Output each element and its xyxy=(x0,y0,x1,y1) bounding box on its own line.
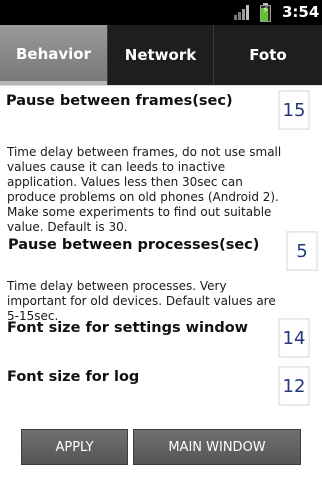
apply-button[interactable]: APPLY xyxy=(21,429,128,465)
font-settings-input[interactable]: 14 xyxy=(278,318,310,358)
pause-frames-label: Pause between frames(sec) xyxy=(6,93,233,109)
tab-foto[interactable]: Foto xyxy=(214,25,322,85)
pause-processes-label: Pause between processes(sec) xyxy=(8,237,260,253)
pause-processes-input[interactable]: 5 xyxy=(286,231,318,271)
status-bar: ⚡ 3:54 xyxy=(0,0,322,25)
tab-network[interactable]: Network xyxy=(108,25,213,85)
status-clock: 3:54 xyxy=(282,3,320,21)
tab-behavior[interactable]: Behavior xyxy=(0,25,107,85)
action-buttons: APPLY MAIN WINDOW xyxy=(0,425,322,481)
font-settings-label: Font size for settings window xyxy=(7,320,249,336)
font-log-input[interactable]: 12 xyxy=(278,366,310,406)
pause-processes-description: Time delay between processes. Very impor… xyxy=(7,279,276,323)
pause-frames-description: Time delay between frames, do not use sm… xyxy=(7,145,282,234)
settings-panel: Pause between frames(sec) 15 Time delay … xyxy=(0,85,322,481)
font-log-label: Font size for log xyxy=(7,369,140,385)
battery-charging-icon: ⚡ xyxy=(260,3,271,22)
pause-frames-input[interactable]: 15 xyxy=(278,90,310,130)
main-window-button[interactable]: MAIN WINDOW xyxy=(133,429,301,465)
tab-bar: Behavior Network Foto xyxy=(0,25,322,85)
signal-icon xyxy=(234,5,252,20)
